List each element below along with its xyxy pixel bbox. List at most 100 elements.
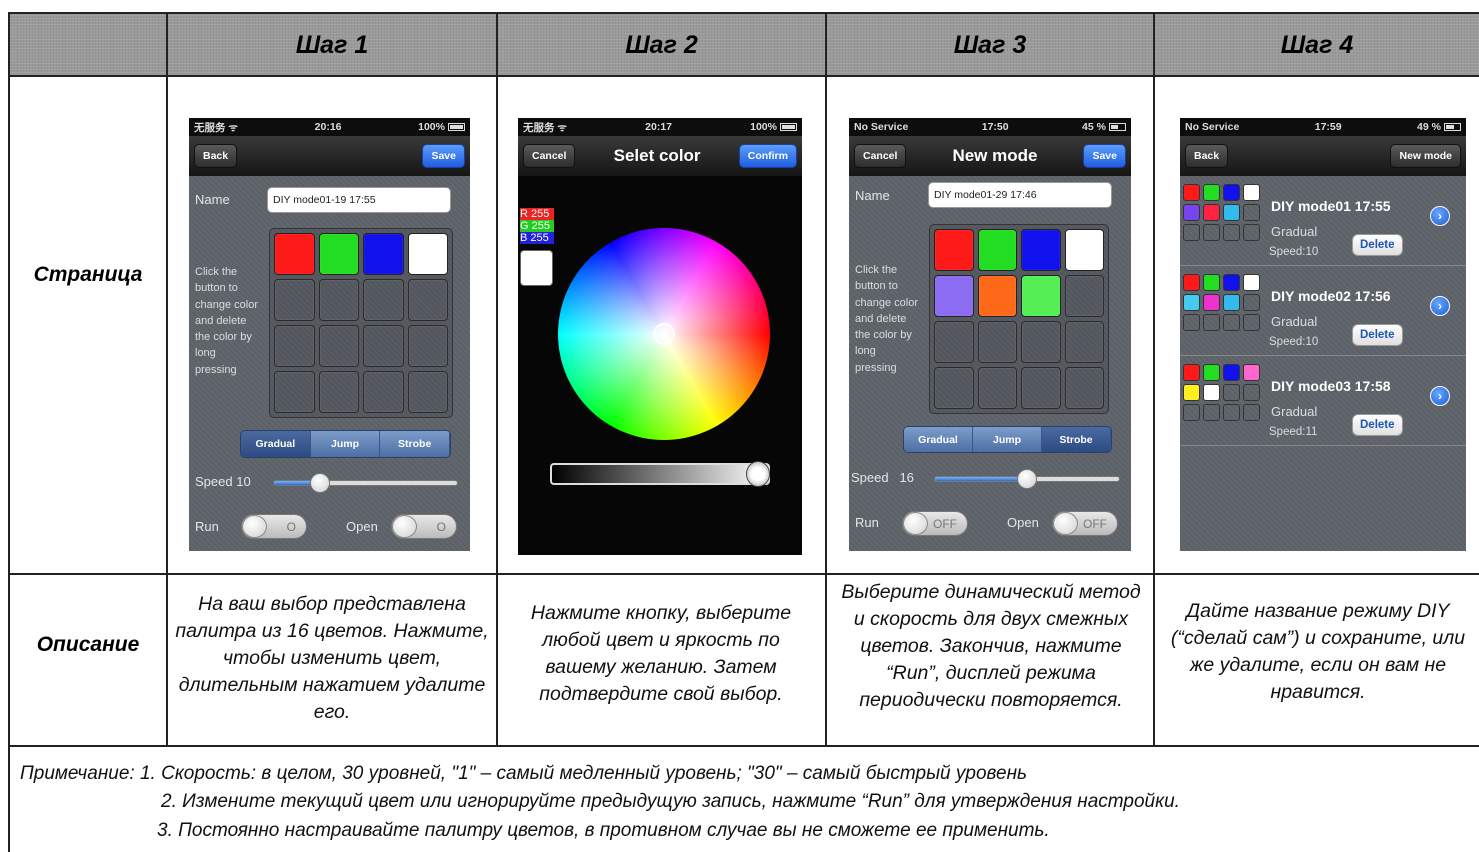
mode-title: DIY mode01 17:55 bbox=[1271, 198, 1391, 214]
screen-title: New mode bbox=[952, 146, 1038, 165]
mode-strobe[interactable]: Strobe bbox=[1042, 427, 1111, 452]
color-cell[interactable] bbox=[363, 279, 404, 321]
name-field[interactable]: DIY mode01-19 17:55 bbox=[267, 187, 451, 213]
color-cell[interactable] bbox=[318, 371, 359, 413]
color-swatch bbox=[1223, 384, 1240, 401]
color-cell[interactable] bbox=[1021, 321, 1061, 363]
color-cell[interactable] bbox=[407, 325, 448, 367]
speed-label: Speed 10 bbox=[195, 474, 251, 489]
color-cell[interactable] bbox=[934, 229, 974, 271]
color-cell[interactable] bbox=[363, 371, 404, 413]
color-swatch bbox=[1243, 224, 1260, 241]
header-corner bbox=[8, 14, 166, 76]
color-cell[interactable] bbox=[977, 275, 1017, 317]
save-button[interactable]: Save bbox=[422, 144, 465, 168]
table-divider bbox=[8, 745, 1479, 747]
color-cell[interactable] bbox=[274, 233, 315, 275]
disclosure-chevron-icon[interactable]: › bbox=[1430, 296, 1450, 316]
color-cell[interactable] bbox=[977, 229, 1017, 271]
delete-button[interactable]: Delete bbox=[1352, 414, 1403, 436]
slider-thumb[interactable] bbox=[309, 473, 330, 493]
open-toggle[interactable]: O bbox=[391, 514, 457, 539]
mode-jump[interactable]: Jump bbox=[973, 427, 1042, 452]
brightness-thumb[interactable] bbox=[746, 461, 770, 487]
mode-gradual[interactable]: Gradual bbox=[904, 427, 973, 452]
name-field[interactable]: DIY mode01-29 17:46 bbox=[928, 182, 1112, 208]
color-cell[interactable] bbox=[1021, 367, 1061, 409]
table-border-left bbox=[8, 12, 10, 852]
color-picker-handle[interactable] bbox=[653, 323, 675, 345]
brightness-slider[interactable] bbox=[550, 463, 770, 485]
speed-label: Speed 16 bbox=[851, 470, 914, 485]
back-button[interactable]: Back bbox=[194, 144, 238, 168]
name-label: Name bbox=[855, 188, 890, 203]
mode-method: Gradual bbox=[1271, 224, 1318, 239]
color-swatch bbox=[1243, 404, 1260, 421]
speed-slider[interactable] bbox=[273, 473, 458, 493]
list-item[interactable]: DIY mode01 17:55 Gradual Speed:10 Delete › bbox=[1180, 178, 1466, 266]
note-line-2: 2. Измените текущий цвет или игнорируйте… bbox=[161, 791, 1180, 812]
save-button[interactable]: Save bbox=[1083, 144, 1126, 168]
color-cell[interactable] bbox=[407, 371, 448, 413]
color-cell[interactable] bbox=[407, 233, 448, 275]
battery-icon bbox=[779, 123, 797, 132]
header-step4: Шаг 4 bbox=[1155, 14, 1479, 76]
color-cell[interactable] bbox=[977, 367, 1017, 409]
color-swatch-grid bbox=[1183, 364, 1260, 421]
blue-value: B 255 bbox=[520, 232, 554, 244]
description-step3: Выберите динамический метод и скорость д… bbox=[841, 581, 1141, 711]
color-cell[interactable] bbox=[318, 325, 359, 367]
color-cell[interactable] bbox=[934, 321, 974, 363]
mode-segmented-control: Gradual Jump Strobe bbox=[240, 430, 451, 458]
cancel-button[interactable]: Cancel bbox=[523, 144, 576, 168]
back-button[interactable]: Back bbox=[1185, 144, 1229, 168]
mode-gradual[interactable]: Gradual bbox=[241, 431, 311, 457]
color-cell[interactable] bbox=[977, 321, 1017, 363]
run-toggle[interactable]: O bbox=[241, 514, 307, 539]
slider-thumb[interactable] bbox=[1017, 469, 1037, 489]
confirm-button[interactable]: Confirm bbox=[738, 144, 797, 168]
color-cell[interactable] bbox=[1064, 229, 1104, 271]
color-cell[interactable] bbox=[363, 325, 404, 367]
color-swatch-grid bbox=[1183, 274, 1260, 331]
color-cell[interactable] bbox=[407, 279, 448, 321]
color-swatch bbox=[1223, 314, 1240, 331]
color-cell[interactable] bbox=[1064, 321, 1104, 363]
color-swatch bbox=[1183, 204, 1200, 221]
color-cell[interactable] bbox=[1064, 367, 1104, 409]
color-cell[interactable] bbox=[274, 371, 315, 413]
cancel-button[interactable]: Cancel bbox=[854, 144, 907, 168]
description-step2: Нажмите кнопку, выберите любой цвет и яр… bbox=[530, 602, 792, 705]
open-label: Open bbox=[1007, 515, 1039, 530]
mode-strobe[interactable]: Strobe bbox=[380, 431, 450, 457]
color-swatch bbox=[1203, 184, 1220, 201]
list-item[interactable]: DIY mode03 17:58 Gradual Speed:11 Delete › bbox=[1180, 358, 1466, 446]
color-swatch bbox=[1203, 204, 1220, 221]
color-cell[interactable] bbox=[1064, 275, 1104, 317]
speed-slider[interactable] bbox=[934, 469, 1120, 489]
color-swatch bbox=[1243, 384, 1260, 401]
screen-title: Selet color bbox=[613, 146, 701, 165]
delete-button[interactable]: Delete bbox=[1352, 234, 1403, 256]
open-toggle[interactable]: OFF bbox=[1052, 511, 1118, 536]
color-cell[interactable] bbox=[934, 275, 974, 317]
color-cell[interactable] bbox=[274, 279, 315, 321]
color-cell[interactable] bbox=[318, 233, 359, 275]
color-cell[interactable] bbox=[1021, 275, 1061, 317]
description-step1: На ваш выбор представлена палитра из 16 … bbox=[175, 593, 489, 723]
run-toggle[interactable]: OFF bbox=[902, 511, 968, 536]
color-cell[interactable] bbox=[318, 279, 359, 321]
new-mode-button[interactable]: New mode bbox=[1390, 144, 1461, 168]
color-cell[interactable] bbox=[274, 325, 315, 367]
mode-jump[interactable]: Jump bbox=[310, 431, 381, 457]
color-swatch bbox=[1183, 184, 1200, 201]
color-cell[interactable] bbox=[1021, 229, 1061, 271]
table-divider bbox=[8, 573, 1479, 575]
disclosure-chevron-icon[interactable]: › bbox=[1430, 386, 1450, 406]
color-cell[interactable] bbox=[363, 233, 404, 275]
disclosure-chevron-icon[interactable]: › bbox=[1430, 206, 1450, 226]
delete-button[interactable]: Delete bbox=[1352, 324, 1403, 346]
color-cell[interactable] bbox=[934, 367, 974, 409]
list-item[interactable]: DIY mode02 17:56 Gradual Speed:10 Delete › bbox=[1180, 268, 1466, 356]
speed-value: 16 bbox=[899, 470, 914, 485]
